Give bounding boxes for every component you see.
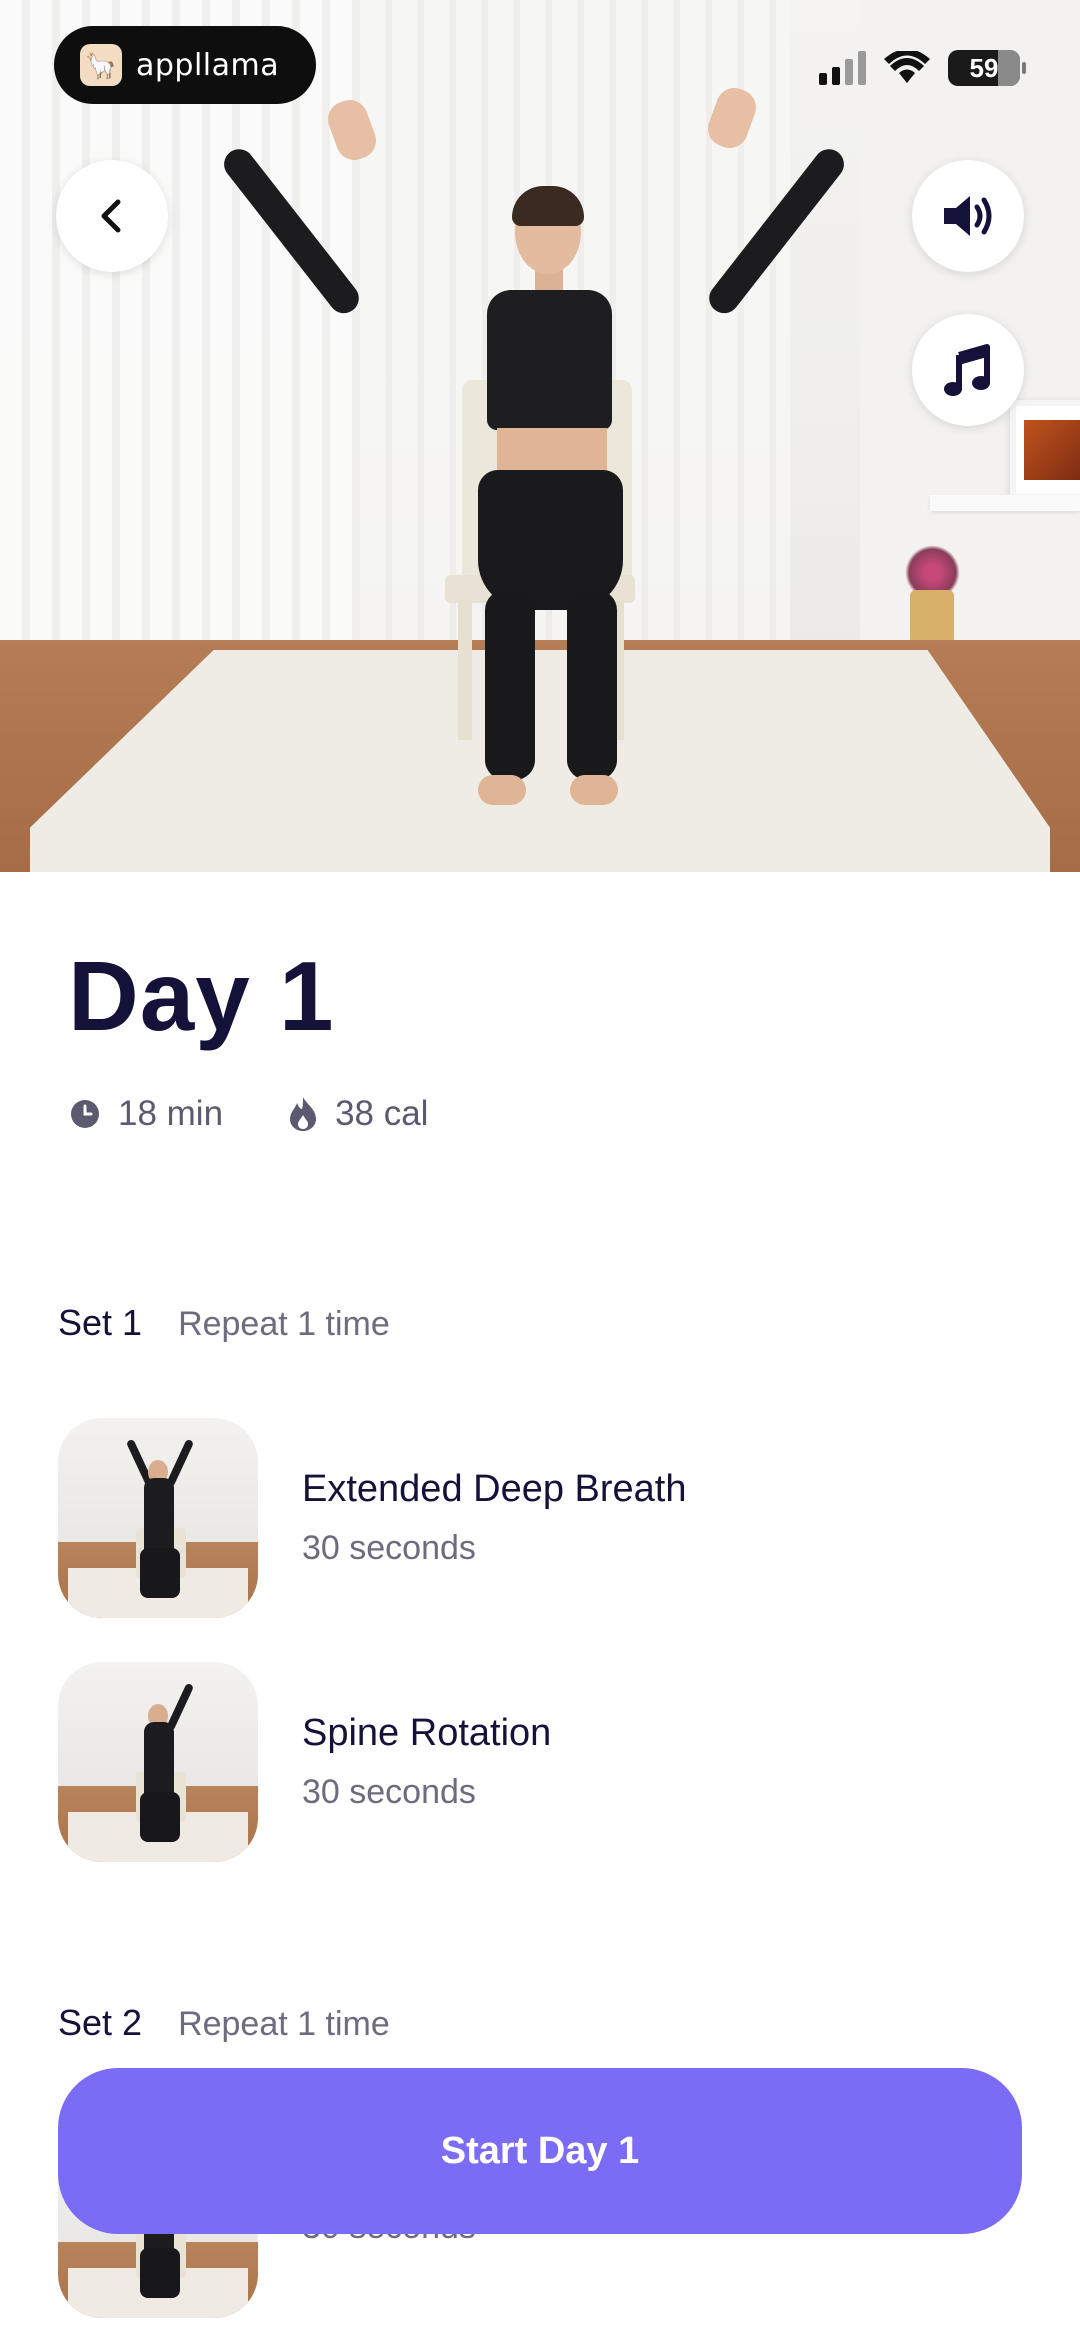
set-repeat: Repeat 1 time: [178, 1305, 390, 1343]
set-repeat: Repeat 1 time: [178, 2005, 390, 2043]
set-label: Set 1: [58, 1302, 143, 1343]
exercise-item[interactable]: Spine Rotation 30 seconds: [58, 1662, 1028, 1862]
exercise-name: Spine Rotation: [302, 1712, 552, 1754]
workout-day-screen: 🦙 appllama 59 Day 1 18 min 38 cal Set 1 …: [0, 0, 1080, 2337]
workout-meta: 18 min 38 cal: [70, 1094, 494, 1134]
clock-icon: [71, 1100, 99, 1128]
calories-text: 38 cal: [335, 1094, 429, 1133]
cellular-signal-icon: [819, 51, 866, 85]
back-button[interactable]: [56, 160, 168, 272]
llama-logo-icon: 🦙: [80, 44, 122, 86]
instructor-torso: [487, 290, 612, 430]
exercise-thumbnail: [58, 1418, 258, 1618]
exercise-thumbnail: [58, 1662, 258, 1862]
battery-level: 59: [969, 52, 999, 83]
start-day-button[interactable]: Start Day 1: [58, 2068, 1022, 2234]
exercise-item[interactable]: Extended Deep Breath 30 seconds: [58, 1418, 1028, 1618]
exercise-duration: 30 seconds: [302, 1773, 476, 1811]
flame-icon: [290, 1097, 317, 1131]
calories-info: 38 cal: [289, 1094, 428, 1134]
curtain-left: [0, 0, 360, 700]
status-icons: 59: [819, 50, 1026, 86]
wifi-icon: [884, 51, 930, 83]
set-header: Set 1 Repeat 1 time: [58, 1302, 390, 1344]
chevron-left-icon: [101, 199, 121, 233]
sound-toggle-button[interactable]: [912, 160, 1024, 272]
music-note-icon: [944, 344, 990, 396]
brand-pill: 🦙 appllama: [54, 26, 316, 104]
set-label: Set 2: [58, 2002, 143, 2043]
battery-icon: 59: [948, 50, 1026, 86]
brand-name: appllama: [136, 47, 280, 83]
shelf: [930, 495, 1080, 511]
exercise-duration: 30 seconds: [302, 1529, 476, 1567]
rug: [30, 650, 1050, 872]
duration-text: 18 min: [118, 1094, 224, 1133]
hero-video-preview[interactable]: 🦙 appllama 59: [0, 0, 1080, 872]
speaker-icon: [944, 196, 992, 236]
duration-info: 18 min: [70, 1094, 223, 1134]
music-button[interactable]: [912, 314, 1024, 426]
exercise-name: Extended Deep Breath: [302, 1468, 687, 1510]
page-title: Day 1: [68, 941, 335, 1051]
set-header: Set 2 Repeat 1 time: [58, 2002, 390, 2044]
wall-picture-frame: [1010, 400, 1080, 500]
